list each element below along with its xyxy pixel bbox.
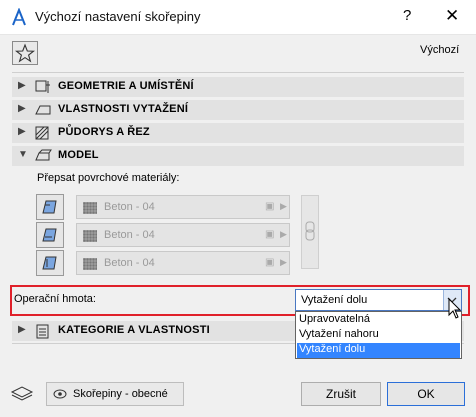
- archicad-app-icon: [12, 8, 26, 26]
- default-settings-label: Výchozí: [420, 44, 460, 56]
- ok-button[interactable]: OK: [387, 382, 465, 406]
- dropdown-option-selected[interactable]: Vytažení dolu: [297, 343, 460, 358]
- star-icon: [14, 43, 36, 63]
- geometry-icon: [35, 80, 50, 93]
- material-picker-icon: ▣: [265, 201, 275, 212]
- surface-icon: [42, 256, 57, 270]
- section-label: VLASTNOSTI VYTAŽENÍ: [58, 103, 189, 115]
- collapse-arrow-icon: ▶: [18, 126, 26, 137]
- material-picker-icon: ▣: [265, 257, 275, 268]
- section-floorplan[interactable]: ▶ PŮDORYS A ŘEZ: [12, 123, 464, 143]
- favorite-name: Skořepiny - obecné: [73, 388, 168, 400]
- section-label: GEOMETRIE A UMÍSTĚNÍ: [58, 80, 194, 92]
- dropdown-option[interactable]: Vytažení nahoru: [297, 328, 460, 343]
- material-field[interactable]: Beton - 04 ▣ ▶: [76, 223, 290, 247]
- link-materials-button[interactable]: [301, 195, 319, 269]
- chevron-right-icon: ▶: [280, 201, 287, 211]
- material-name: Beton - 04: [104, 229, 155, 241]
- section-label: PŮDORYS A ŘEZ: [58, 126, 150, 138]
- chain-link-icon: [305, 221, 315, 241]
- dropdown-option[interactable]: Upravovatelná: [297, 313, 460, 328]
- divider: [12, 72, 464, 73]
- section-extrusion[interactable]: ▶ VLASTNOSTI VYTAŽENÍ: [12, 100, 464, 120]
- help-button[interactable]: ?: [403, 7, 411, 24]
- collapse-arrow-icon: ▶: [18, 324, 26, 335]
- title-bar: Výchozí nastavení skořepiny ? ✕: [0, 0, 476, 35]
- material-name: Beton - 04: [104, 257, 155, 269]
- floorplan-icon: [35, 126, 49, 140]
- eye-icon: [53, 389, 67, 399]
- override-materials-label: Přepsat povrchové materiály:: [37, 172, 180, 184]
- collapse-arrow-icon: ▶: [18, 103, 26, 114]
- mouse-cursor-icon: [448, 298, 462, 319]
- close-button[interactable]: ✕: [445, 6, 459, 26]
- window-title: Výchozí nastavení skořepiny: [35, 9, 201, 24]
- section-geometry[interactable]: ▶ GEOMETRIE A UMÍSTĚNÍ: [12, 77, 464, 97]
- category-icon: [36, 324, 49, 339]
- material-swatch: [83, 230, 97, 242]
- dropdown-value: Vytažení dolu: [301, 294, 368, 306]
- surface-icon: [42, 200, 57, 214]
- material-swatch: [83, 258, 97, 270]
- surface-icon: [42, 228, 57, 242]
- material-field[interactable]: Beton - 04 ▣ ▶: [76, 195, 290, 219]
- section-label: MODEL: [58, 149, 99, 161]
- chevron-right-icon: ▶: [280, 257, 287, 267]
- material-field[interactable]: Beton - 04 ▣ ▶: [76, 251, 290, 275]
- collapse-arrow-icon: ▶: [18, 80, 26, 91]
- material-picker-icon: ▣: [265, 229, 275, 240]
- chevron-right-icon: ▶: [280, 229, 287, 239]
- favorites-button[interactable]: [12, 41, 38, 65]
- material-override-button[interactable]: [36, 222, 64, 248]
- material-swatch: [83, 202, 97, 214]
- material-override-button[interactable]: [36, 250, 64, 276]
- material-name: Beton - 04: [104, 201, 155, 213]
- model-icon: [35, 149, 52, 161]
- material-override-button[interactable]: [36, 194, 64, 220]
- extrusion-icon: [35, 105, 51, 115]
- operation-body-options[interactable]: Upravovatelná Vytažení nahoru Vytažení d…: [295, 311, 462, 359]
- operation-body-dropdown[interactable]: Vytažení dolu: [295, 289, 462, 311]
- section-label: KATEGORIE A VLASTNOSTI: [58, 324, 210, 336]
- cancel-button[interactable]: Zrušit: [301, 382, 381, 406]
- layers-icon[interactable]: [10, 383, 34, 401]
- expand-arrow-icon: ▼: [18, 149, 28, 160]
- favorite-selector[interactable]: Skořepiny - obecné: [46, 382, 184, 406]
- operation-body-label: Operační hmota:: [14, 293, 96, 305]
- section-model[interactable]: ▼ MODEL: [12, 146, 464, 166]
